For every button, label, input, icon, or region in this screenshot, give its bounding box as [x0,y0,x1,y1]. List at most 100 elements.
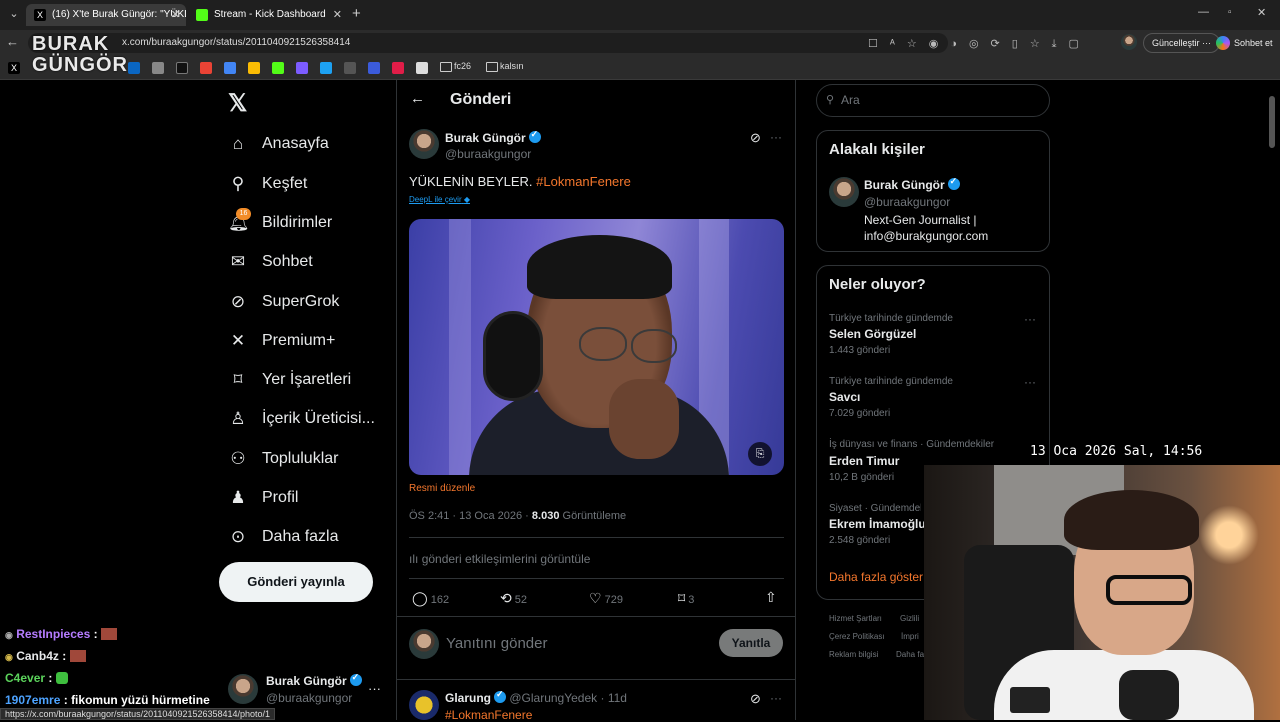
page-scrollbar[interactable] [1269,96,1275,148]
trend-more-dots-icon[interactable]: ··· [1024,375,1036,389]
nav-label: Daha fazla [262,528,339,545]
new-tab-button[interactable]: + [352,5,361,22]
back-arrow-icon[interactable]: ← [6,34,19,49]
translate-link[interactable]: DeepL ile çevir ◆ [409,195,470,204]
next-post-author[interactable]: Glarung [445,691,491,705]
edit-image-link[interactable]: Resmi düzenle [409,483,475,494]
image-alt-icon[interactable]: ⎘ [748,442,772,466]
next-post-grok-icon[interactable]: ⊘ [750,691,761,707]
share-icon[interactable]: ⇧ [765,589,777,606]
footer-link[interactable]: Reklam bilgisi [829,650,878,659]
nav-label: Keşfet [262,175,308,192]
url-input[interactable]: x.com/buraakgungor/status/20110409215263… [28,33,948,53]
nav-home[interactable]: ⌂ Anasayfa [228,128,329,160]
bookmark-site-icon[interactable] [296,62,308,74]
trend-context: Siyaset · Gündemdeki [829,503,921,514]
bookmark-folder-kalsin[interactable]: kalsın [486,61,524,72]
bookmark-x-icon[interactable]: X [8,62,20,74]
reply-button[interactable]: Yanıtla [719,629,783,657]
show-more-link[interactable]: Daha fazla göster [829,570,923,584]
close-window-button[interactable]: ✕ [1257,6,1266,19]
bookmark-drive-icon[interactable] [248,62,260,74]
post-more-dots-icon[interactable]: ··· [770,130,782,144]
post-author-name[interactable]: Burak Güngör [445,129,541,145]
bookmark-site-icon[interactable] [344,62,356,74]
webcam-feed [924,465,1280,720]
trend-name[interactable]: Savcı [829,390,860,404]
related-bio-line2: info@burakgungor.com [864,229,989,243]
glasses-right [631,329,677,363]
like-action[interactable]: ♡ 729 [589,590,623,607]
trend-name[interactable]: Ekrem İmamoğlu [829,517,926,531]
nav-bookmarks[interactable]: ⌑ Yer İşaretleri [228,364,352,396]
home-icon: ⌂ [232,134,244,153]
chat-message: ◉ RestInpieces : [5,627,117,641]
bookmark-site-icon[interactable] [416,62,428,74]
bookmark-site-icon[interactable] [320,62,332,74]
trend-more-dots-icon[interactable]: ··· [1024,312,1036,326]
nav-label: Anasayfa [262,135,329,152]
footer-link[interactable]: Daha fa [896,650,924,659]
bookmark-kick-icon[interactable] [272,62,284,74]
bookmark-docs-icon[interactable] [224,62,236,74]
related-name[interactable]: Burak Güngör [864,176,960,192]
trend-name[interactable]: Selen Görgüzel [829,327,916,341]
profile-avatar[interactable] [1121,34,1137,50]
footer-link[interactable]: Çerez Politikası [829,632,885,641]
reply-action[interactable]: ◯ 162 [412,590,449,607]
trend-name[interactable]: Erden Timur [829,454,899,468]
related-avatar[interactable] [829,177,859,207]
post-button[interactable]: Gönderi yayınla [219,562,373,602]
view-engagements-link[interactable]: ılı gönderi etkileşimlerini görüntüle [409,552,590,566]
grok-explain-icon[interactable]: ⊘ [750,130,761,146]
nav-creator-studio[interactable]: ♙ İçerik Üreticisi... [228,403,375,435]
account-menu-dots-icon[interactable]: ··· [368,681,381,696]
nav-explore[interactable]: ⚲ Keşfet [228,168,308,200]
close-tab-icon[interactable]: ✕ [333,4,342,26]
bookmark-action[interactable]: ⌑ 3 [678,590,694,607]
bookmark-site-icon[interactable] [176,62,188,74]
account-avatar[interactable] [228,674,258,704]
update-button[interactable]: Güncelleştir ··· [1143,33,1221,53]
reply-input[interactable]: Yanıtını gönder [446,635,547,652]
post-hashtag-link[interactable]: #LokmanFenere [536,174,631,189]
close-tab-icon[interactable]: ✕ [171,4,180,26]
back-arrow-icon[interactable]: ← [410,90,425,107]
maximize-button[interactable]: ▫ [1228,7,1232,18]
nav-notifications[interactable]: 🔔︎ Bildirimler 16 [228,207,332,239]
bookmark-site-icon[interactable] [392,62,404,74]
bookmark-linkedin-icon[interactable] [128,62,140,74]
search-input[interactable]: ⚲ Ara [816,84,1050,117]
footer-link[interactable]: Hizmet Şartları [829,614,882,623]
bookmark-folder-fc26[interactable]: fc26 [440,61,471,72]
watermark-line2: GÜNGÖR [32,54,128,76]
streamer-glasses [1106,575,1192,605]
bookmark-gmail-icon[interactable] [200,62,212,74]
minimize-button[interactable]: — [1198,6,1209,18]
tab-kick-dashboard[interactable]: Stream - Kick Dashboard ✕ [188,4,348,26]
nav-communities[interactable]: ⚇ Topluluklar [228,443,338,475]
tab-list-button[interactable]: ⌄ [6,7,22,23]
nav-profile[interactable]: ♟ Profil [228,482,298,514]
nav-more[interactable]: ⊙ Daha fazla [228,521,339,553]
footer-link[interactable]: İmpri [901,632,919,641]
next-post-handle[interactable]: @GlarungYedek · 11d [509,691,627,705]
post-author-avatar[interactable] [409,129,439,159]
next-post-avatar[interactable] [409,690,439,720]
tab-x-post[interactable]: X (16) X'te Burak Güngör: "YÜKLENİ ✕ [26,4,186,26]
nav-label: Yer İşaretleri [262,371,352,388]
x-logo-icon[interactable]: 𝕏 [228,89,247,118]
repost-action[interactable]: ⟲ 52 [500,590,527,607]
nav-supergrok[interactable]: ⊘ SuperGrok [228,286,340,318]
post-image[interactable]: ⎘ [409,219,784,475]
copilot-button[interactable]: Sohbet et [1212,33,1279,53]
bookmark-site-icon[interactable] [368,62,380,74]
streamer-hair [1064,490,1199,550]
bookmark-site-icon[interactable] [152,62,164,74]
nav-chat[interactable]: ✉ Sohbet [228,246,313,278]
footer-link[interactable]: Gizlili [900,614,919,623]
post-author-handle[interactable]: @buraakgungor [445,147,531,161]
next-post-more-dots-icon[interactable]: ··· [770,691,782,705]
nav-premium[interactable]: ✕ Premium+ [228,325,335,357]
divider [397,679,795,680]
